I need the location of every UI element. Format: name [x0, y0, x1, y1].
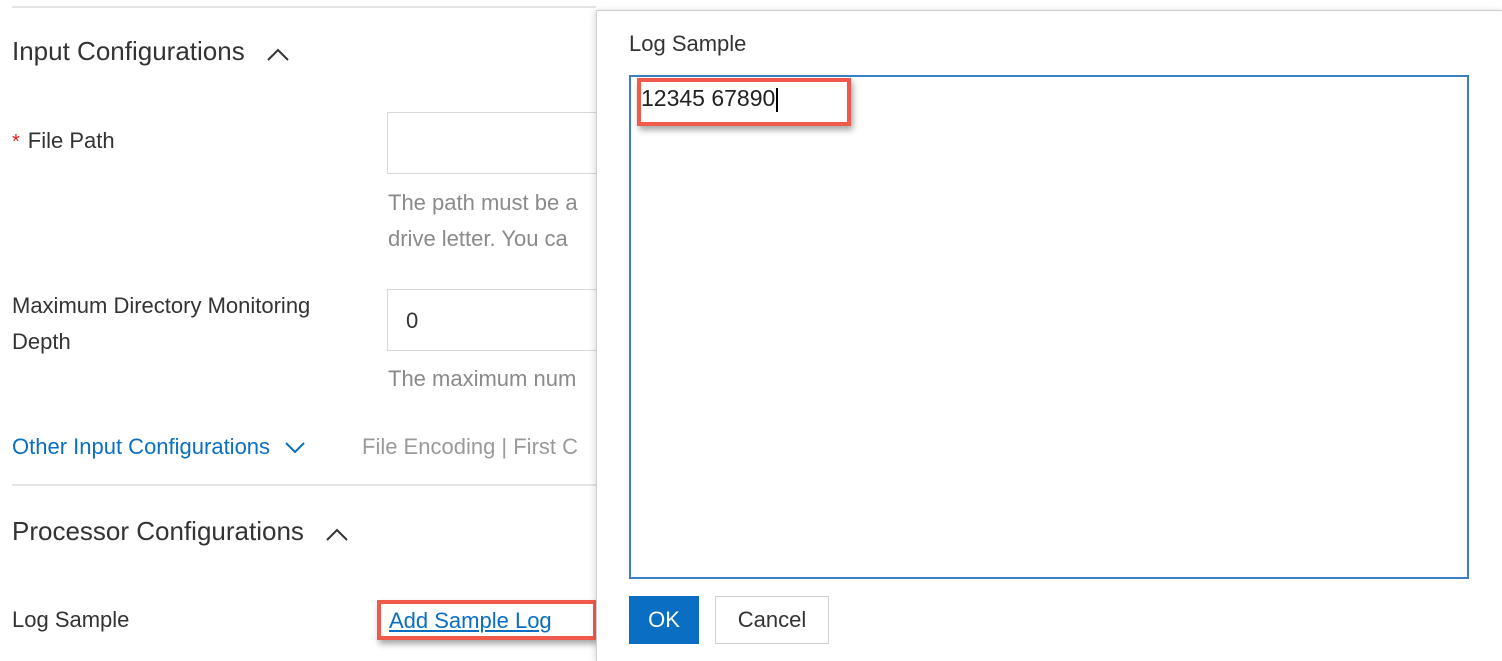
chevron-down-icon [284, 435, 306, 461]
dialog-title: Log Sample [629, 31, 747, 56]
other-input-summary: File Encoding | First C [362, 434, 579, 459]
processor-configurations-title: Processor Configurations [12, 516, 304, 546]
log-sample-label: Log Sample [12, 607, 130, 632]
log-sample-text[interactable]: 12345 67890 [641, 85, 779, 112]
processor-configurations-header[interactable]: Processor Configurations [12, 516, 349, 549]
add-sample-log-highlight: Add Sample Log [377, 600, 597, 640]
chevron-up-icon[interactable] [325, 518, 349, 549]
log-sample-dialog: Log Sample 12345 67890 OK Cancel [596, 10, 1502, 661]
cancel-button[interactable]: Cancel [715, 596, 829, 644]
input-configurations-header[interactable]: Input Configurations [12, 36, 290, 69]
log-sample-textarea[interactable]: 12345 67890 [629, 75, 1469, 579]
input-configurations-title: Input Configurations [12, 36, 245, 66]
section-divider [12, 484, 596, 486]
max-depth-label-line2: Depth [12, 329, 71, 354]
text-cursor [776, 87, 779, 112]
file-path-label: * File Path [12, 128, 115, 153]
max-depth-label-line1: Maximum Directory Monitoring [12, 293, 311, 318]
file-path-help-line1: The path must be a [388, 190, 578, 215]
ok-button[interactable]: OK [629, 596, 699, 644]
file-path-help-line2: drive letter. You ca [388, 226, 568, 251]
chevron-up-icon[interactable] [266, 38, 290, 69]
file-path-input[interactable] [387, 112, 627, 174]
max-depth-input[interactable]: 0 [387, 289, 627, 351]
max-depth-help: The maximum num [388, 366, 577, 391]
other-input-configurations-link[interactable]: Other Input Configurations [12, 434, 306, 461]
required-mark: * [12, 131, 20, 153]
add-sample-log-link[interactable]: Add Sample Log [389, 608, 552, 634]
top-divider [12, 6, 596, 8]
